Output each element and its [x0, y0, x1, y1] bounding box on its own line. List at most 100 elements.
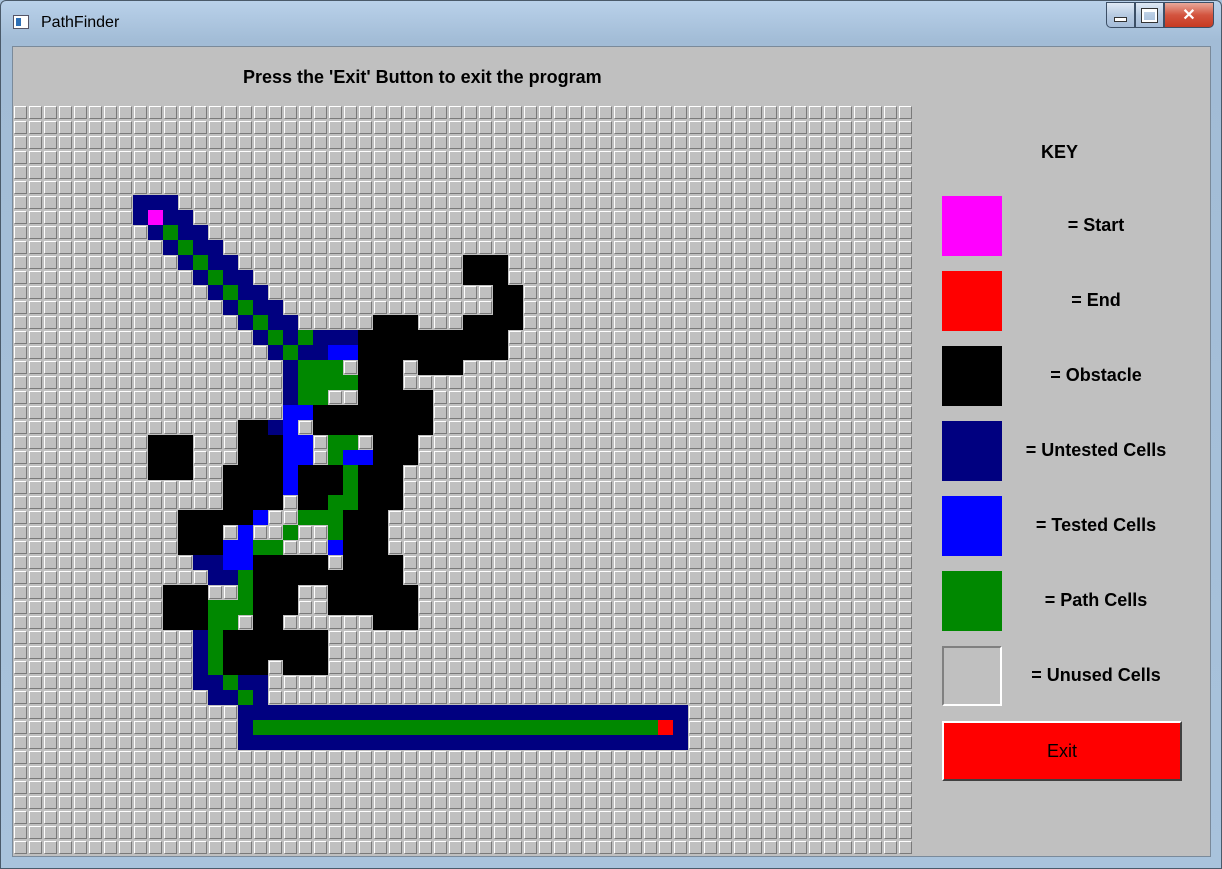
- grid-cell[interactable]: [778, 300, 793, 315]
- grid-cell[interactable]: [433, 675, 448, 690]
- grid-cell[interactable]: [223, 540, 238, 555]
- grid-cell[interactable]: [658, 465, 673, 480]
- grid-cell[interactable]: [613, 270, 628, 285]
- grid-cell[interactable]: [448, 690, 463, 705]
- grid-cell[interactable]: [478, 630, 493, 645]
- grid-cell[interactable]: [298, 210, 313, 225]
- grid-cell[interactable]: [658, 825, 673, 840]
- grid-cell[interactable]: [793, 240, 808, 255]
- grid-cell[interactable]: [418, 150, 433, 165]
- grid-cell[interactable]: [628, 645, 643, 660]
- grid-cell[interactable]: [808, 495, 823, 510]
- grid-cell[interactable]: [13, 480, 28, 495]
- grid-cell[interactable]: [433, 480, 448, 495]
- grid-cell[interactable]: [583, 795, 598, 810]
- grid-cell[interactable]: [673, 150, 688, 165]
- grid-cell[interactable]: [733, 435, 748, 450]
- grid-cell[interactable]: [658, 375, 673, 390]
- grid-cell[interactable]: [28, 795, 43, 810]
- grid-cell[interactable]: [133, 810, 148, 825]
- grid-cell[interactable]: [73, 390, 88, 405]
- grid-cell[interactable]: [43, 225, 58, 240]
- grid-cell[interactable]: [568, 660, 583, 675]
- grid-cell[interactable]: [433, 120, 448, 135]
- grid-cell[interactable]: [43, 480, 58, 495]
- grid-cell[interactable]: [448, 525, 463, 540]
- grid-cell[interactable]: [448, 360, 463, 375]
- grid-cell[interactable]: [658, 150, 673, 165]
- grid-cell[interactable]: [583, 810, 598, 825]
- grid-cell[interactable]: [673, 825, 688, 840]
- grid-cell[interactable]: [43, 615, 58, 630]
- grid-cell[interactable]: [643, 795, 658, 810]
- grid-cell[interactable]: [793, 615, 808, 630]
- grid-cell[interactable]: [43, 465, 58, 480]
- grid-cell[interactable]: [853, 285, 868, 300]
- grid-cell[interactable]: [718, 420, 733, 435]
- grid-cell[interactable]: [793, 300, 808, 315]
- grid-cell[interactable]: [133, 405, 148, 420]
- grid-cell[interactable]: [343, 105, 358, 120]
- grid-cell[interactable]: [283, 345, 298, 360]
- grid-cell[interactable]: [73, 300, 88, 315]
- grid-cell[interactable]: [88, 180, 103, 195]
- grid-cell[interactable]: [463, 330, 478, 345]
- grid-cell[interactable]: [718, 315, 733, 330]
- grid-cell[interactable]: [643, 195, 658, 210]
- grid-cell[interactable]: [358, 390, 373, 405]
- grid-cell[interactable]: [58, 375, 73, 390]
- grid-cell[interactable]: [808, 165, 823, 180]
- grid-cell[interactable]: [178, 405, 193, 420]
- grid-cell[interactable]: [718, 525, 733, 540]
- grid-cell[interactable]: [163, 300, 178, 315]
- grid-cell[interactable]: [658, 690, 673, 705]
- grid-cell[interactable]: [808, 795, 823, 810]
- grid-cell[interactable]: [193, 285, 208, 300]
- grid-cell[interactable]: [193, 615, 208, 630]
- grid-cell[interactable]: [628, 345, 643, 360]
- grid-cell[interactable]: [523, 270, 538, 285]
- grid-cell[interactable]: [253, 135, 268, 150]
- grid-cell[interactable]: [538, 840, 553, 855]
- grid-cell[interactable]: [478, 165, 493, 180]
- grid-cell[interactable]: [343, 570, 358, 585]
- grid-cell[interactable]: [358, 270, 373, 285]
- grid-cell[interactable]: [328, 600, 343, 615]
- grid-cell[interactable]: [43, 720, 58, 735]
- grid-cell[interactable]: [343, 510, 358, 525]
- grid-cell[interactable]: [178, 570, 193, 585]
- grid-cell[interactable]: [238, 840, 253, 855]
- grid-cell[interactable]: [643, 420, 658, 435]
- grid-cell[interactable]: [118, 570, 133, 585]
- grid-cell[interactable]: [103, 720, 118, 735]
- grid-cell[interactable]: [73, 570, 88, 585]
- grid-cell[interactable]: [493, 360, 508, 375]
- grid-cell[interactable]: [208, 600, 223, 615]
- grid-cell[interactable]: [673, 405, 688, 420]
- grid-cell[interactable]: [523, 705, 538, 720]
- grid-cell[interactable]: [838, 645, 853, 660]
- grid-cell[interactable]: [208, 240, 223, 255]
- grid-cell[interactable]: [478, 690, 493, 705]
- grid-cell[interactable]: [208, 375, 223, 390]
- grid-cell[interactable]: [763, 345, 778, 360]
- grid-cell[interactable]: [73, 615, 88, 630]
- grid-cell[interactable]: [403, 510, 418, 525]
- grid-cell[interactable]: [898, 780, 913, 795]
- grid-cell[interactable]: [88, 135, 103, 150]
- grid-cell[interactable]: [538, 195, 553, 210]
- grid-cell[interactable]: [523, 225, 538, 240]
- grid-cell[interactable]: [238, 555, 253, 570]
- grid-cell[interactable]: [133, 150, 148, 165]
- grid-cell[interactable]: [208, 645, 223, 660]
- grid-cell[interactable]: [433, 585, 448, 600]
- grid-cell[interactable]: [403, 405, 418, 420]
- grid-cell[interactable]: [328, 630, 343, 645]
- grid-cell[interactable]: [613, 525, 628, 540]
- grid-cell[interactable]: [538, 210, 553, 225]
- grid-cell[interactable]: [628, 255, 643, 270]
- grid-cell[interactable]: [253, 585, 268, 600]
- grid-cell[interactable]: [778, 330, 793, 345]
- grid-cell[interactable]: [28, 465, 43, 480]
- grid-cell[interactable]: [358, 180, 373, 195]
